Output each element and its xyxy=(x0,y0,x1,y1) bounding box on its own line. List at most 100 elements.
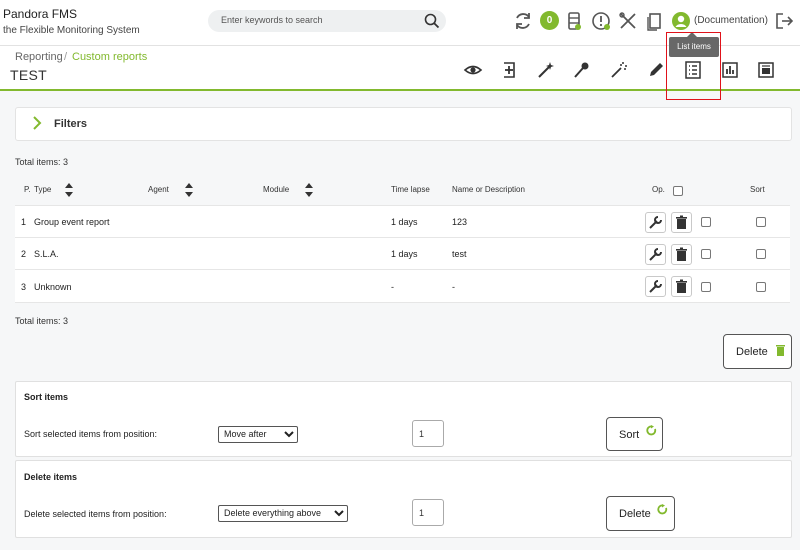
brand-subtitle: the Flexible Monitoring System xyxy=(3,25,140,36)
delete-row-button[interactable] xyxy=(671,244,692,265)
total-items-bottom: Total items: 3 xyxy=(15,316,69,326)
edit-button[interactable] xyxy=(645,276,666,297)
pencil-icon[interactable] xyxy=(646,60,666,80)
row-position: 3 xyxy=(21,282,27,292)
magic-wand-icon[interactable] xyxy=(609,60,629,80)
copy-icon[interactable] xyxy=(643,10,665,32)
eye-icon[interactable] xyxy=(463,60,483,80)
wrench-icon xyxy=(649,216,662,229)
row-time-lapse: 1 days xyxy=(391,217,418,227)
table-row: 1 Group event report 1 days 123 xyxy=(15,205,790,238)
delete-row-button[interactable] xyxy=(671,276,692,297)
edit-button[interactable] xyxy=(645,212,666,233)
row-name: - xyxy=(452,282,455,292)
breadcrumb-custom-reports[interactable]: Custom reports xyxy=(72,51,147,63)
sort-position-input[interactable]: 1 xyxy=(412,420,444,447)
search-icon[interactable] xyxy=(424,13,440,29)
col-agent: Agent xyxy=(148,185,169,194)
delete-items-button-label: Delete xyxy=(619,508,651,520)
col-time-lapse: Time lapse xyxy=(391,185,430,194)
user-avatar-icon[interactable] xyxy=(670,10,692,32)
wand-icon[interactable] xyxy=(536,60,556,80)
pin-icon[interactable] xyxy=(572,60,592,80)
breadcrumb-reporting[interactable]: Reporting xyxy=(15,51,63,63)
refresh-icon xyxy=(646,425,657,436)
delete-items-label: Delete selected items from position: xyxy=(24,509,167,519)
brand-title: Pandora FMS xyxy=(3,7,78,21)
sort-method-select[interactable]: Move after xyxy=(218,426,298,443)
sort-arrows-icon[interactable] xyxy=(65,183,73,197)
sort-checkbox[interactable] xyxy=(756,249,766,259)
report-icon[interactable] xyxy=(756,60,776,80)
delete-button[interactable]: Delete xyxy=(723,334,792,369)
row-checkbox[interactable] xyxy=(701,282,711,292)
logout-icon[interactable] xyxy=(773,10,795,32)
filters-panel[interactable]: Filters xyxy=(15,107,792,141)
sort-position-value: 1 xyxy=(419,429,425,439)
delete-items-button[interactable]: Delete xyxy=(606,496,675,531)
select-all-checkbox[interactable] xyxy=(673,186,683,196)
notification-badge[interactable]: 0 xyxy=(540,11,559,30)
row-type: Group event report xyxy=(34,217,110,227)
user-label[interactable]: (Documentation) xyxy=(694,15,768,26)
sort-arrows-icon[interactable] xyxy=(305,183,313,197)
trash-icon xyxy=(776,345,785,356)
trash-icon xyxy=(676,215,687,229)
sort-items-panel: Sort items Sort selected items from posi… xyxy=(15,381,792,457)
items-table-header: P. Type Agent Module Time lapse Name or … xyxy=(15,177,790,205)
col-type: Type xyxy=(34,185,52,194)
add-item-icon[interactable] xyxy=(499,60,519,80)
col-module: Module xyxy=(263,185,290,194)
sort-arrows-icon[interactable] xyxy=(185,183,193,197)
col-name: Name or Description xyxy=(452,185,525,194)
graph-icon[interactable] xyxy=(720,60,740,80)
sort-button[interactable]: Sort xyxy=(606,417,663,451)
row-type: S.L.A. xyxy=(34,249,59,259)
delete-items-panel: Delete items Delete selected items from … xyxy=(15,460,792,538)
sort-items-title: Sort items xyxy=(24,392,69,402)
trash-icon xyxy=(676,279,687,293)
col-op: Op. xyxy=(652,185,665,194)
sort-button-label: Sort xyxy=(619,429,640,441)
delete-method-value: Delete everything above xyxy=(224,508,322,518)
row-type: Unknown xyxy=(34,282,72,292)
row-time-lapse: - xyxy=(391,282,394,292)
delete-button-label: Delete xyxy=(736,346,768,358)
row-name: test xyxy=(452,249,467,259)
filters-label[interactable]: Filters xyxy=(54,118,87,130)
table-row: 3 Unknown - - xyxy=(15,269,790,303)
search-input[interactable]: Enter keywords to search xyxy=(208,10,446,32)
delete-row-button[interactable] xyxy=(671,212,692,233)
sort-items-label: Sort selected items from position: xyxy=(24,429,158,439)
col-position: P. xyxy=(24,185,31,194)
wrench-icon xyxy=(649,248,662,261)
chevron-down-icon xyxy=(334,510,344,517)
alert-icon[interactable] xyxy=(590,10,612,32)
tools-icon[interactable] xyxy=(617,10,639,32)
delete-position-value: 1 xyxy=(419,508,425,518)
row-time-lapse: 1 days xyxy=(391,249,418,259)
breadcrumb-separator: / xyxy=(64,51,68,63)
delete-position-input[interactable]: 1 xyxy=(412,499,444,526)
delete-method-select[interactable]: Delete everything above xyxy=(218,505,348,522)
row-checkbox[interactable] xyxy=(701,217,711,227)
chevron-right-icon[interactable] xyxy=(32,116,42,130)
row-checkbox[interactable] xyxy=(701,249,711,259)
sort-checkbox[interactable] xyxy=(756,217,766,227)
chevron-down-icon xyxy=(284,431,294,438)
row-position: 1 xyxy=(21,217,27,227)
search-placeholder: Enter keywords to search xyxy=(221,15,323,25)
page-title: TEST xyxy=(10,67,47,83)
refresh-icon xyxy=(657,504,668,515)
total-items-top: Total items: 3 xyxy=(15,157,69,167)
row-position: 2 xyxy=(21,249,27,259)
table-row: 2 S.L.A. 1 days test xyxy=(15,237,790,270)
refresh-icon[interactable] xyxy=(512,10,534,32)
edit-button[interactable] xyxy=(645,244,666,265)
sort-checkbox[interactable] xyxy=(756,282,766,292)
server-status-icon[interactable] xyxy=(563,10,585,32)
highlight-box xyxy=(666,32,721,100)
sort-method-value: Move after xyxy=(224,429,267,439)
col-sort: Sort xyxy=(750,185,765,194)
delete-items-title: Delete items xyxy=(24,472,78,482)
